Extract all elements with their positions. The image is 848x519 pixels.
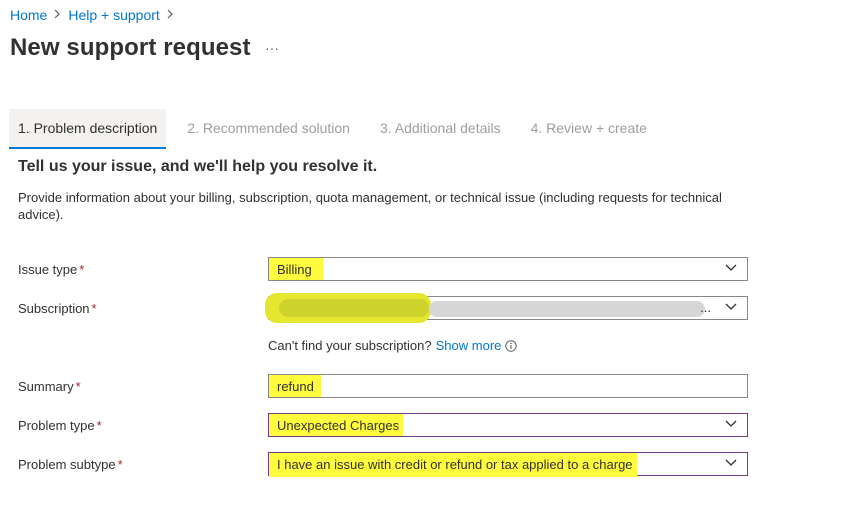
info-icon[interactable]	[505, 339, 518, 352]
subscription-ellipsis: ...	[700, 300, 711, 315]
problem-subtype-value: I have an issue with credit or refund or…	[277, 457, 633, 472]
breadcrumb-help-support[interactable]: Help + support	[68, 7, 159, 23]
tab-review-create[interactable]: 4. Review + create	[522, 109, 656, 147]
tab-problem-description[interactable]: 1. Problem description	[9, 109, 167, 149]
chevron-down-icon	[725, 303, 737, 310]
summary-value: refund	[277, 379, 314, 394]
required-marker: *	[96, 418, 102, 433]
breadcrumb: Home Help + support	[10, 7, 181, 23]
summary-label: Summary *	[18, 379, 81, 394]
chevron-down-icon	[725, 459, 737, 466]
support-request-page: Home Help + support New support request …	[0, 0, 848, 519]
wizard-tabs: 1. Problem description 2. Recommended so…	[9, 109, 668, 149]
show-more-link[interactable]: Show more	[436, 338, 502, 353]
problem-type-label: Problem type *	[18, 418, 102, 433]
redaction-mark	[429, 301, 705, 317]
more-options-button[interactable]: ···	[265, 40, 279, 56]
tab-additional-details[interactable]: 3. Additional details	[371, 109, 510, 147]
problem-type-value: Unexpected Charges	[277, 418, 400, 433]
required-marker: *	[91, 301, 97, 316]
cant-find-subscription: Can't find your subscription? Show more	[268, 338, 518, 353]
section-description: Provide information about your billing, …	[18, 190, 722, 222]
required-marker: *	[117, 457, 123, 472]
cant-find-text: Can't find your subscription?	[268, 338, 432, 353]
page-title: New support request	[10, 34, 251, 61]
required-marker: *	[75, 379, 81, 394]
chevron-right-icon	[54, 8, 61, 22]
chevron-down-icon	[725, 420, 737, 427]
tab-recommended-solution[interactable]: 2. Recommended solution	[178, 109, 359, 147]
chevron-down-icon	[725, 264, 737, 271]
problem-type-dropdown[interactable]: Unexpected Charges	[268, 413, 748, 437]
section-heading: Tell us your issue, and we'll help you r…	[18, 158, 378, 175]
problem-subtype-dropdown[interactable]: I have an issue with credit or refund or…	[268, 452, 748, 477]
redaction-mark	[279, 299, 429, 317]
problem-subtype-label: Problem subtype *	[18, 457, 123, 472]
issue-type-dropdown[interactable]: Billing	[268, 257, 748, 281]
subscription-label: Subscription *	[18, 301, 97, 316]
summary-input[interactable]: refund	[268, 374, 748, 398]
subscription-dropdown[interactable]: ...	[265, 293, 748, 323]
issue-type-label: Issue type *	[18, 262, 85, 277]
breadcrumb-home[interactable]: Home	[10, 7, 47, 23]
chevron-right-icon	[167, 8, 174, 22]
required-marker: *	[79, 262, 85, 277]
issue-type-value: Billing	[277, 262, 312, 277]
